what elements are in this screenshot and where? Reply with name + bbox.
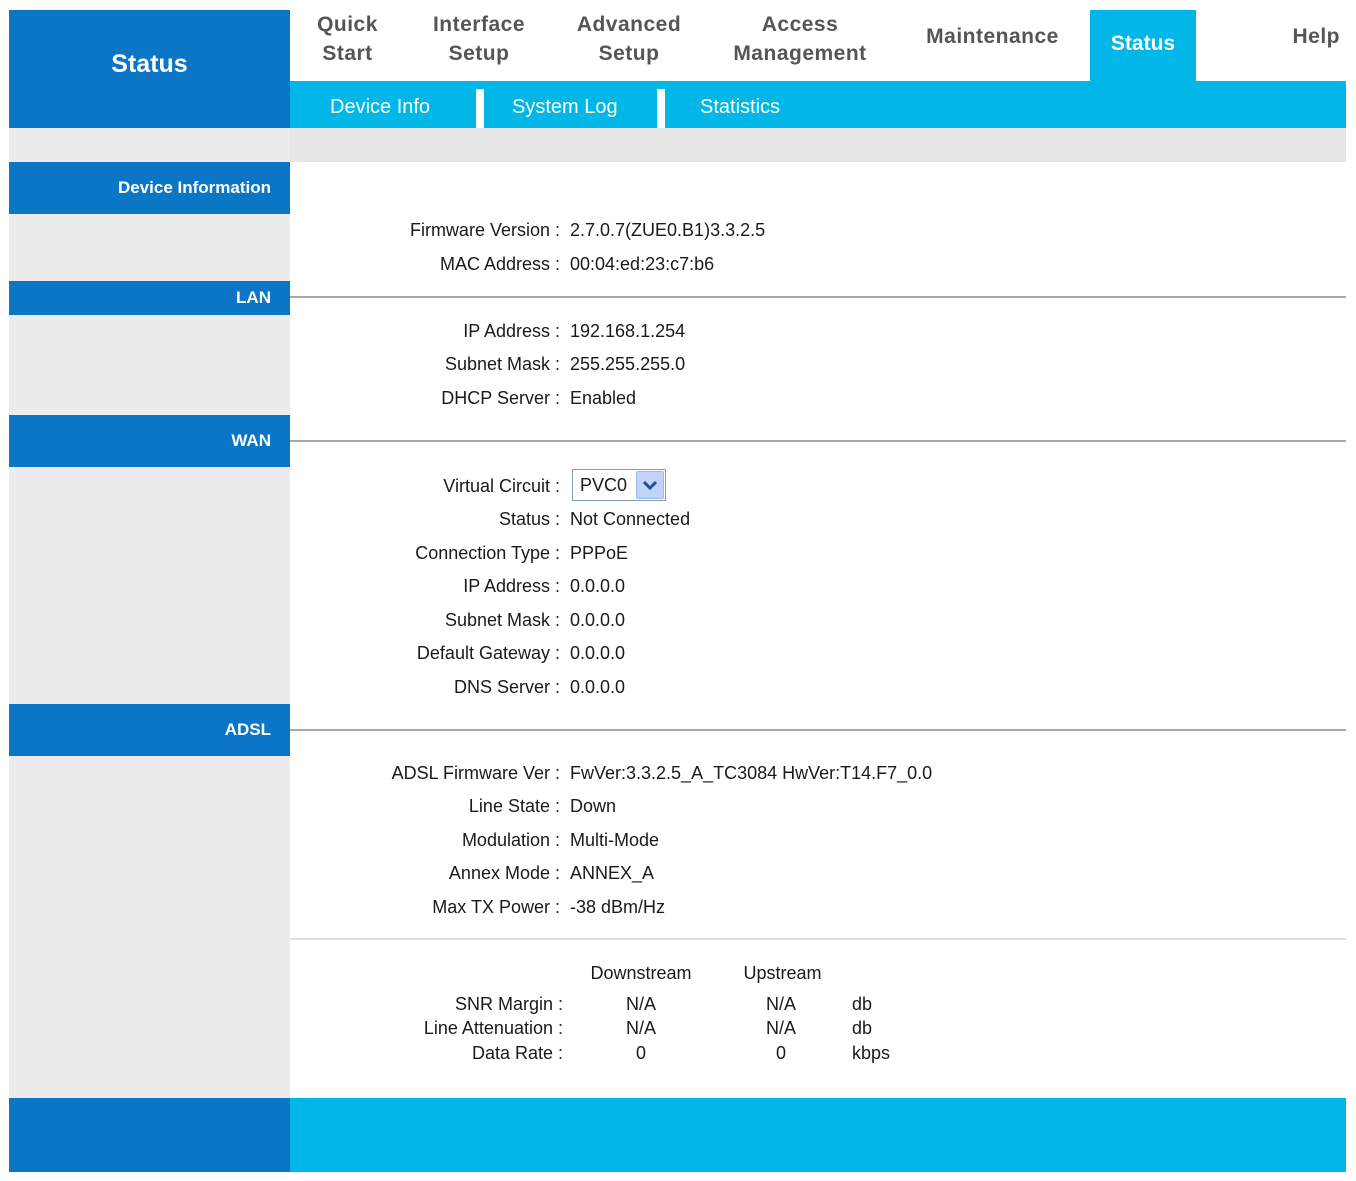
data-rate-label: Data Rate : bbox=[471, 1043, 563, 1063]
adsl-firmware-label: ADSL Firmware Ver : bbox=[391, 763, 560, 783]
nav-interface-setup[interactable]: Interface Setup bbox=[410, 10, 548, 68]
mac-value: 00:04:ed:23:c7:b6 bbox=[570, 254, 715, 274]
lan-ip-value: 192.168.1.254 bbox=[570, 321, 686, 341]
lan-ip-label: IP Address : bbox=[463, 321, 560, 341]
annex-mode-value: ANNEX_A bbox=[570, 863, 655, 883]
modulation-label: Modulation : bbox=[461, 830, 560, 850]
data-rate-up: 0 bbox=[775, 1043, 786, 1063]
virtual-circuit-value: PVC0 bbox=[580, 475, 628, 495]
annex-mode-label: Annex Mode : bbox=[448, 863, 560, 883]
line-state-value: Down bbox=[570, 796, 617, 816]
nav-status[interactable]: Status bbox=[1090, 32, 1196, 56]
wan-status-value: Not Connected bbox=[570, 509, 691, 529]
spacer-strip bbox=[290, 128, 1346, 162]
snr-margin-label: SNR Margin : bbox=[454, 994, 563, 1014]
connection-type-value: PPPoE bbox=[570, 543, 629, 563]
wan-ip-value: 0.0.0.0 bbox=[570, 576, 626, 596]
max-tx-power-value: -38 dBm/Hz bbox=[570, 897, 666, 917]
max-tx-power-label: Max TX Power : bbox=[432, 897, 560, 917]
adsl-firmware-value: FwVer:3.3.2.5_A_TC3084 HwVer:T14.F7_0.0 bbox=[570, 763, 933, 783]
data-rate-down: 0 bbox=[635, 1043, 646, 1063]
nav-maintenance[interactable]: Maintenance bbox=[905, 22, 1080, 51]
separator bbox=[290, 440, 1346, 442]
chevron-down-icon[interactable] bbox=[636, 471, 664, 499]
section-lan: LAN bbox=[9, 281, 290, 315]
attenuation-unit: db bbox=[852, 1018, 873, 1038]
firmware-value: 2.7.0.7(ZUE0.B1)3.3.2.5 bbox=[570, 220, 766, 240]
separator bbox=[290, 938, 1346, 940]
wan-mask-value: 0.0.0.0 bbox=[570, 610, 626, 630]
snr-down: N/A bbox=[625, 994, 656, 1014]
snr-up: N/A bbox=[765, 994, 796, 1014]
page-title: Status bbox=[111, 50, 188, 78]
left-column bbox=[9, 128, 290, 1098]
attenuation-down: N/A bbox=[625, 1018, 656, 1038]
footer-left bbox=[9, 1098, 290, 1172]
data-rate-unit: kbps bbox=[852, 1043, 891, 1063]
firmware-label: Firmware Version : bbox=[409, 220, 560, 240]
subnav-separator bbox=[657, 89, 665, 129]
section-adsl: ADSL bbox=[9, 704, 290, 756]
footer-bar bbox=[290, 1098, 1346, 1172]
virtual-circuit-label: Virtual Circuit : bbox=[443, 476, 560, 496]
attenuation-up: N/A bbox=[765, 1018, 796, 1038]
col-downstream-header: Downstream bbox=[590, 963, 692, 983]
virtual-circuit-select[interactable]: PVC0 bbox=[572, 469, 666, 501]
separator bbox=[290, 296, 1346, 298]
wan-ip-label: IP Address : bbox=[463, 576, 560, 596]
dns-label: DNS Server : bbox=[453, 677, 560, 697]
section-wan: WAN bbox=[9, 415, 290, 467]
snr-unit: db bbox=[852, 994, 873, 1014]
dhcp-label: DHCP Server : bbox=[441, 388, 560, 408]
sub-nav bbox=[290, 81, 1346, 128]
lan-mask-label: Subnet Mask : bbox=[444, 354, 560, 374]
lan-mask-value: 255.255.255.0 bbox=[570, 354, 686, 374]
subnav-device-info[interactable]: Device Info bbox=[330, 96, 430, 119]
nav-quick-start[interactable]: Quick Start bbox=[300, 10, 395, 68]
gateway-value: 0.0.0.0 bbox=[570, 643, 626, 663]
subnav-system-log[interactable]: System Log bbox=[512, 96, 618, 119]
attenuation-label: Line Attenuation : bbox=[423, 1018, 563, 1038]
dns-value: 0.0.0.0 bbox=[570, 677, 626, 697]
modulation-value: Multi-Mode bbox=[570, 830, 660, 850]
line-state-label: Line State : bbox=[468, 796, 560, 816]
nav-advanced-setup[interactable]: Advanced Setup bbox=[560, 10, 698, 68]
dhcp-value: Enabled bbox=[570, 388, 637, 408]
section-device-information: Device Information bbox=[9, 162, 290, 214]
connection-type-label: Connection Type : bbox=[415, 543, 560, 563]
mac-label: MAC Address : bbox=[439, 254, 560, 274]
nav-access-management[interactable]: Access Management bbox=[715, 10, 885, 68]
subnav-statistics[interactable]: Statistics bbox=[700, 96, 780, 119]
subnav-separator bbox=[476, 89, 484, 129]
separator bbox=[290, 729, 1346, 731]
col-upstream-header: Upstream bbox=[743, 963, 822, 983]
wan-status-label: Status : bbox=[498, 509, 560, 529]
gateway-label: Default Gateway : bbox=[416, 643, 560, 663]
nav-help[interactable]: Help bbox=[1250, 22, 1340, 51]
wan-mask-label: Subnet Mask : bbox=[444, 610, 560, 630]
